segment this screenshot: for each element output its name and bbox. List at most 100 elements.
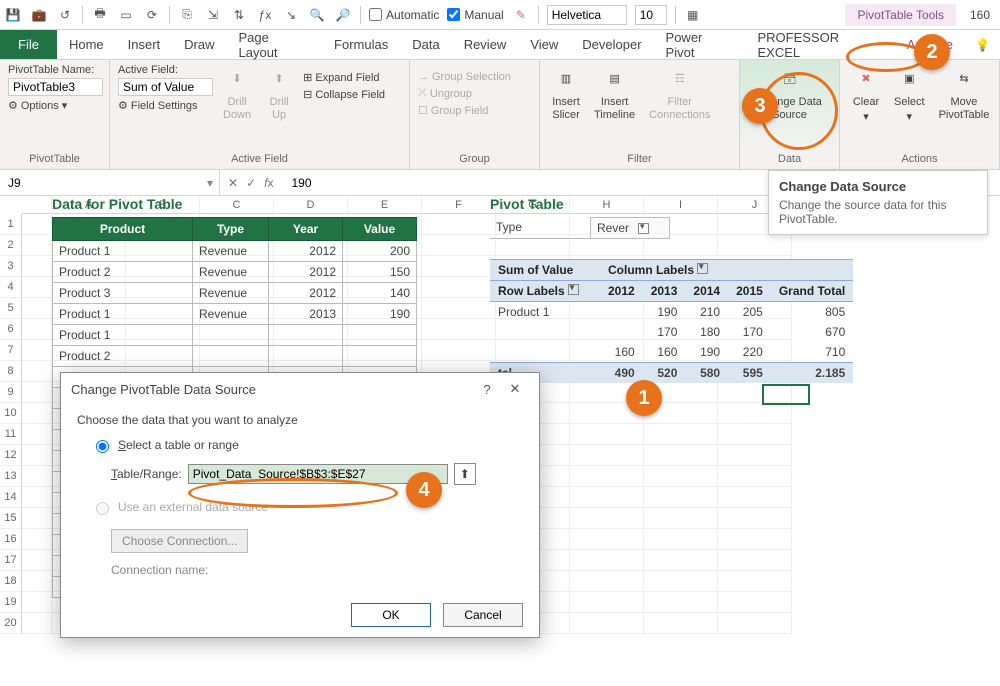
options-button[interactable]: ⚙ Options ▾	[8, 98, 101, 113]
callout-3: 3	[742, 88, 778, 124]
font-name-input[interactable]	[547, 5, 627, 25]
tab-developer[interactable]: Developer	[570, 30, 653, 59]
pivot-row[interactable]: 160160190220710	[490, 342, 853, 363]
table-row[interactable]: Product 1Revenue2012200	[53, 241, 417, 262]
tab-file[interactable]: File	[0, 30, 57, 59]
source-section-title: Data for Pivot Table	[52, 196, 182, 212]
insert-timeline-button[interactable]: ▤Insert Timeline	[590, 64, 639, 124]
tab-insert[interactable]: Insert	[116, 30, 173, 59]
field-settings-button[interactable]: ⚙ Field Settings	[118, 98, 213, 113]
tab-page-layout[interactable]: Page Layout	[227, 30, 323, 59]
pivottable-name-label: PivotTable Name:	[8, 64, 101, 76]
row-dropdown-icon[interactable]	[568, 284, 579, 295]
tab-formulas[interactable]: Formulas	[322, 30, 400, 59]
trace-icon[interactable]: ↘	[282, 6, 300, 24]
table-row[interactable]: Product 3Revenue2012140	[53, 283, 417, 304]
refresh-icon[interactable]: ⟳	[143, 6, 161, 24]
font-size-input[interactable]	[635, 5, 667, 25]
pivot-row-labels: Row Labels	[498, 284, 565, 298]
column-dropdown-icon[interactable]	[697, 263, 708, 274]
callout-2: 2	[914, 34, 950, 70]
callout-1: 1	[626, 380, 662, 416]
help-icon[interactable]: 💡	[965, 38, 1000, 52]
filter-connections-button: ☶Filter Connections	[645, 64, 714, 124]
group-label-group: Group	[418, 153, 531, 165]
choose-connection-button: Choose Connection...	[111, 529, 248, 553]
table-row[interactable]: Product 1Revenue2013190	[53, 304, 417, 325]
pivot-filter-label: Type	[490, 217, 590, 239]
pivot-grand-total-row: tal 4905205805952.185	[490, 363, 853, 384]
ok-button[interactable]: OK	[351, 603, 431, 627]
range-picker-icon[interactable]: ⬆	[454, 463, 476, 485]
pivot-section-title: Pivot Table	[490, 196, 564, 212]
tab-draw[interactable]: Draw	[172, 30, 226, 59]
expand-field-button[interactable]: ⊞ Expand Field	[303, 70, 385, 85]
dialog-help-icon[interactable]: ?	[473, 382, 501, 397]
pivot-table[interactable]: Type Rever Sum of Value Column Labels Ro…	[490, 217, 853, 383]
copy-icon[interactable]: ⎘	[178, 6, 196, 24]
worksheet-grid[interactable]: ABCDEFGHIJ 12345678910111213141516171819…	[0, 196, 1000, 634]
styles-icon[interactable]: ▦	[684, 6, 702, 24]
save-icon[interactable]: 💾	[4, 6, 22, 24]
tab-data[interactable]: Data	[400, 30, 451, 59]
collapse-field-button[interactable]: ⊟ Collapse Field	[303, 87, 385, 102]
zoom-out-icon[interactable]: 🔎	[334, 6, 352, 24]
ungroup-button: ⤫ Ungroup	[418, 86, 531, 101]
briefcase-icon[interactable]: 💼	[30, 6, 48, 24]
group-label-pivottable: PivotTable	[8, 153, 101, 165]
tab-home[interactable]: Home	[57, 30, 116, 59]
name-box[interactable]	[6, 175, 207, 191]
move-pivottable-button[interactable]: ⇆Move PivotTable	[935, 64, 994, 124]
tab-view[interactable]: View	[518, 30, 570, 59]
sort-icon[interactable]: ⇅	[230, 6, 248, 24]
pivot-row[interactable]: Product 1190210205805	[490, 302, 853, 323]
source-header-product: Product	[53, 218, 193, 241]
quick-access-toolbar: 💾 💼 ↺ 🖶 ▭ ⟳ ⎘ ⇲ ⇅ ƒx ↘ 🔍 🔎 Automatic Man…	[0, 0, 1000, 30]
callout-4: 4	[406, 472, 442, 508]
pivot-row[interactable]: 170180170670	[490, 322, 853, 342]
dialog-title: Change PivotTable Data Source	[71, 382, 256, 397]
select-button[interactable]: ▣Select▾	[890, 64, 929, 126]
dialog-instruction: Choose the data that you want to analyze	[77, 413, 523, 427]
fx-icon[interactable]: ƒx	[256, 6, 274, 24]
undo-icon[interactable]: ↺	[56, 6, 74, 24]
group-label-filter: Filter	[548, 153, 731, 165]
drill-down-button: ⬇Drill Down	[219, 64, 255, 124]
clear-button[interactable]: ✖Clear▾	[848, 64, 884, 126]
cancel-button[interactable]: Cancel	[443, 603, 523, 627]
group-field-button: ☐ Group Field	[418, 103, 531, 118]
group-label-data: Data	[748, 153, 831, 165]
close-icon[interactable]: ✕	[501, 381, 529, 397]
tab-power-pivot[interactable]: Power Pivot	[654, 30, 746, 59]
automatic-checkbox[interactable]: Automatic	[369, 8, 439, 22]
print-icon[interactable]: 🖶	[91, 6, 109, 24]
table-row[interactable]: Product 2Revenue2012150	[53, 262, 417, 283]
active-field-label: Active Field:	[118, 64, 213, 76]
radio-select-table[interactable]: SSelect a table or rangeelect a table or…	[91, 437, 523, 453]
table-range-label: Table/Range:	[111, 467, 182, 481]
group-label-actions: Actions	[848, 153, 991, 165]
active-field-input[interactable]	[118, 78, 213, 96]
table-row[interactable]: Product 2	[53, 346, 417, 367]
filter-dropdown-icon[interactable]	[638, 223, 649, 234]
manual-checkbox[interactable]: Manual	[447, 8, 503, 22]
enter-formula-icon[interactable]: ✓	[246, 176, 256, 190]
new-icon[interactable]: ▭	[117, 6, 135, 24]
pivottable-name-input[interactable]	[8, 78, 103, 96]
fx-button-icon[interactable]: fx	[264, 176, 273, 190]
contextual-tab-label: PivotTable Tools	[845, 4, 956, 26]
ribbon-groups: PivotTable Name: ⚙ Options ▾ PivotTable …	[0, 60, 1000, 170]
connection-name-label: Connection name:	[111, 563, 523, 577]
tab-review[interactable]: Review	[452, 30, 519, 59]
cancel-formula-icon[interactable]: ✕	[228, 176, 238, 190]
insert-slicer-button[interactable]: ▥Insert Slicer	[548, 64, 584, 124]
tab-professor-excel[interactable]: PROFESSOR EXCEL	[746, 30, 895, 59]
table-row[interactable]: Product 1	[53, 325, 417, 346]
zoom-in-icon[interactable]: 🔍	[308, 6, 326, 24]
pivot-filter-value[interactable]: Rever	[590, 217, 670, 239]
link-icon[interactable]: ⇲	[204, 6, 222, 24]
eraser-icon[interactable]: ✎	[512, 6, 530, 24]
ribbon-tabs: File Home Insert Draw Page Layout Formul…	[0, 30, 1000, 60]
source-header-type: Type	[193, 218, 269, 241]
source-header-value: Value	[343, 218, 417, 241]
